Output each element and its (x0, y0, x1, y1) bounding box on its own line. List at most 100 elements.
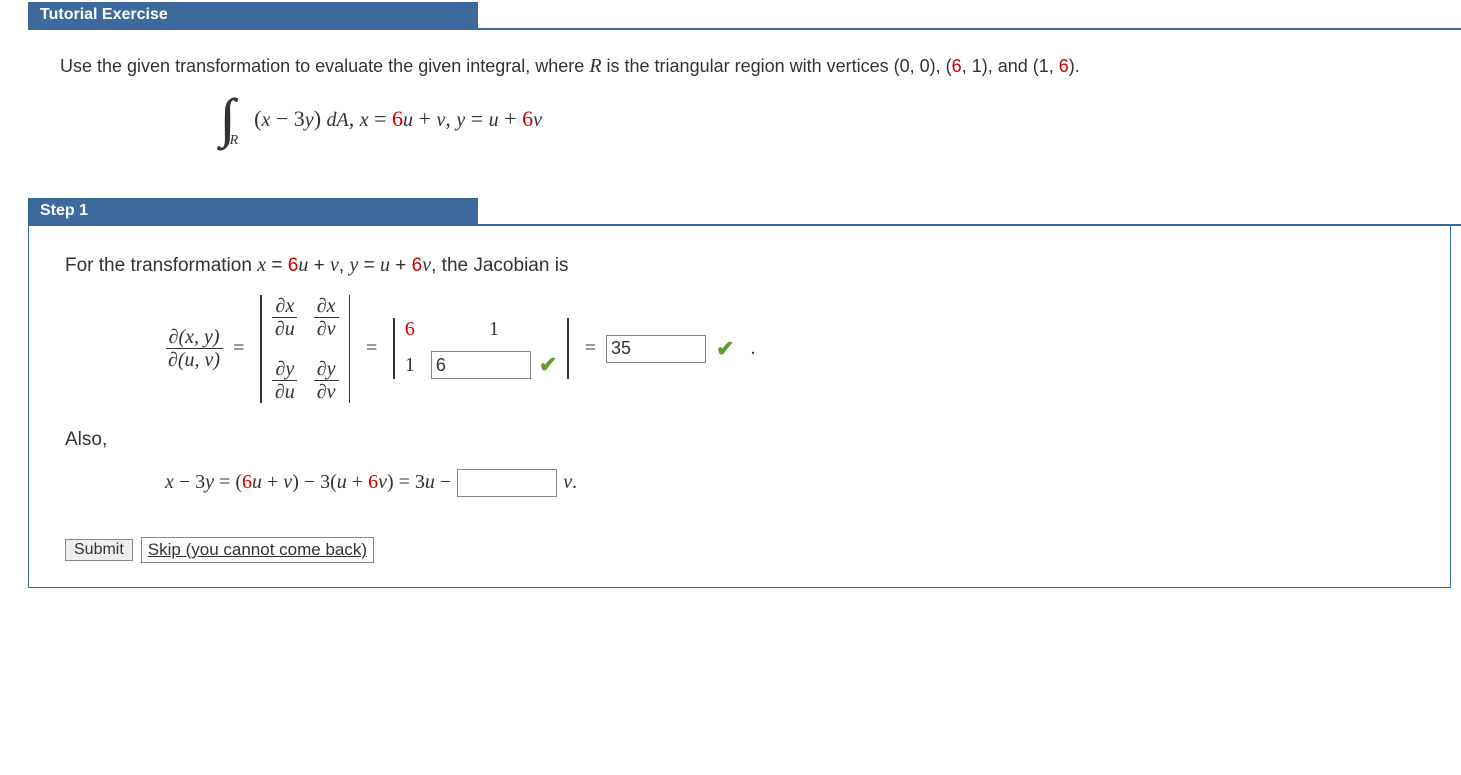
intro-post: the Jacobian is (442, 255, 569, 276)
comma1: , (349, 106, 360, 131)
submit-button[interactable]: Submit (65, 539, 133, 561)
s-xeq: = (266, 255, 288, 276)
l2a: x (165, 471, 174, 493)
partial-determinant: ∂x∂u ∂x∂v ∂y∂u ∂y∂v (254, 289, 356, 409)
l2r: . (572, 471, 577, 493)
s-yv: v (422, 254, 431, 276)
s-c: , (339, 255, 350, 276)
check-icon: ✔ (539, 352, 557, 378)
jacobian-row: ∂(x, y) ∂(u, v) = ∂x∂u ∂x∂v ∂y∂u ∂y∂v = … (165, 289, 1414, 409)
l2j: u (337, 471, 347, 493)
yu: u (489, 109, 499, 131)
s-xu: u (298, 254, 308, 276)
l2i: ) − 3( (292, 471, 337, 493)
prompt-end: ). (1069, 56, 1080, 76)
l2n: ) = 3 (387, 471, 425, 493)
x6: 6 (392, 106, 403, 131)
jacobian-fraction: ∂(x, y) ∂(u, v) (165, 326, 223, 371)
l2f: u (252, 471, 262, 493)
prompt-pre: Use the given transformation to evaluate… (60, 56, 589, 76)
check-icon-2: ✔ (716, 336, 734, 362)
jac-den: ∂(u, v) (165, 349, 223, 371)
im: − 3 (270, 106, 304, 131)
det-grid-numeric: 6 1 1 ✔ (401, 312, 561, 385)
transform-line: x − 3y = (6u + v) − 3(u + 6v) = 3u − v. (165, 469, 1414, 497)
l2k: + (347, 471, 368, 493)
det-bar-l (260, 295, 262, 403)
m22-cell: ✔ (431, 351, 557, 379)
dydu-d: ∂u (272, 381, 298, 403)
comma2: , (445, 106, 456, 131)
button-row: Submit Skip (you cannot come back) (65, 537, 1414, 563)
ndet-bar-r (567, 318, 569, 379)
integral-expression: ∫∫ R (x − 3y) dA, x = 6u + v, y = u + 6v (220, 100, 1421, 138)
dydu-n: ∂y (272, 358, 297, 381)
p-close: ) (314, 106, 327, 131)
prompt-c1: , 1), and (1, (962, 56, 1059, 76)
eq1: = (233, 337, 244, 360)
prompt-text: Use the given transformation to evaluate… (60, 50, 1421, 82)
s-yeq: = (358, 255, 380, 276)
s-y6: 6 (412, 255, 423, 276)
det-grid-partials: ∂x∂u ∂x∂v ∂y∂u ∂y∂v (268, 289, 343, 409)
l2p: − (435, 471, 451, 493)
l2b: − 3 (174, 471, 205, 493)
yy: y (456, 109, 465, 131)
l2h: v (283, 471, 292, 493)
s-yu: u (380, 254, 390, 276)
jac-num: ∂(x, y) (166, 326, 223, 349)
eq2: = (366, 337, 377, 360)
l2c: y (205, 471, 214, 493)
yeq: = (465, 106, 488, 131)
tutorial-header: Tutorial Exercise (28, 2, 478, 28)
m11: 6 (405, 318, 415, 341)
integral-region: R (230, 130, 239, 152)
tutorial-header-row: Tutorial Exercise (28, 2, 1461, 30)
m22-input[interactable] (431, 351, 531, 379)
prompt-mid: is the triangular region with vertices (… (602, 56, 952, 76)
step1-header: Step 1 (28, 198, 478, 224)
l2d: = ( (214, 471, 242, 493)
det-bar-r (349, 295, 351, 403)
dA: dA (327, 109, 349, 131)
dydv-d: ∂v (314, 381, 339, 403)
yv: v (533, 109, 542, 131)
s-xp: + (308, 255, 330, 276)
s-xv: v (330, 254, 339, 276)
dxdu-n: ∂x (272, 295, 297, 318)
s-xx: x (257, 254, 266, 276)
s-yp: + (390, 255, 412, 276)
step1-intro: For the transformation x = 6u + v, y = u… (65, 254, 1414, 277)
xx: x (360, 109, 369, 131)
intro-pre: For the transformation (65, 255, 257, 276)
det-result-input[interactable] (606, 335, 706, 363)
tutorial-content: Use the given transformation to evaluate… (0, 30, 1461, 168)
step1-header-row: Step 1 (28, 198, 1461, 226)
l2m: v (378, 471, 387, 493)
y6: 6 (522, 106, 533, 131)
vertex-6b: 6 (1059, 56, 1069, 76)
dxdu-d: ∂u (272, 318, 298, 340)
l2l: 6 (368, 471, 378, 493)
period: . (750, 337, 755, 360)
ndet-bar-l (393, 318, 395, 379)
xu: u (403, 109, 413, 131)
m21: 1 (405, 354, 415, 377)
l2g: + (262, 471, 283, 493)
dxdv-n: ∂x (314, 295, 339, 318)
coef-input[interactable] (457, 469, 557, 497)
yp: + (499, 106, 522, 131)
s-x6: 6 (288, 255, 299, 276)
integrand: (x − 3y) dA, x = 6u + v, y = u + 6v (254, 101, 542, 136)
l2e: 6 (242, 471, 252, 493)
also-text: Also, (65, 429, 1414, 451)
m12: 1 (489, 318, 499, 341)
eq3: = (585, 337, 596, 360)
step1-box: For the transformation x = 6u + v, y = u… (28, 226, 1451, 588)
double-integral-icon: ∫∫ (220, 100, 222, 138)
l2q: v (563, 471, 572, 493)
skip-link[interactable]: Skip (you cannot come back) (141, 537, 374, 563)
xeq: = (369, 106, 392, 131)
s-yy: y (349, 254, 358, 276)
prompt-R: R (589, 55, 601, 77)
